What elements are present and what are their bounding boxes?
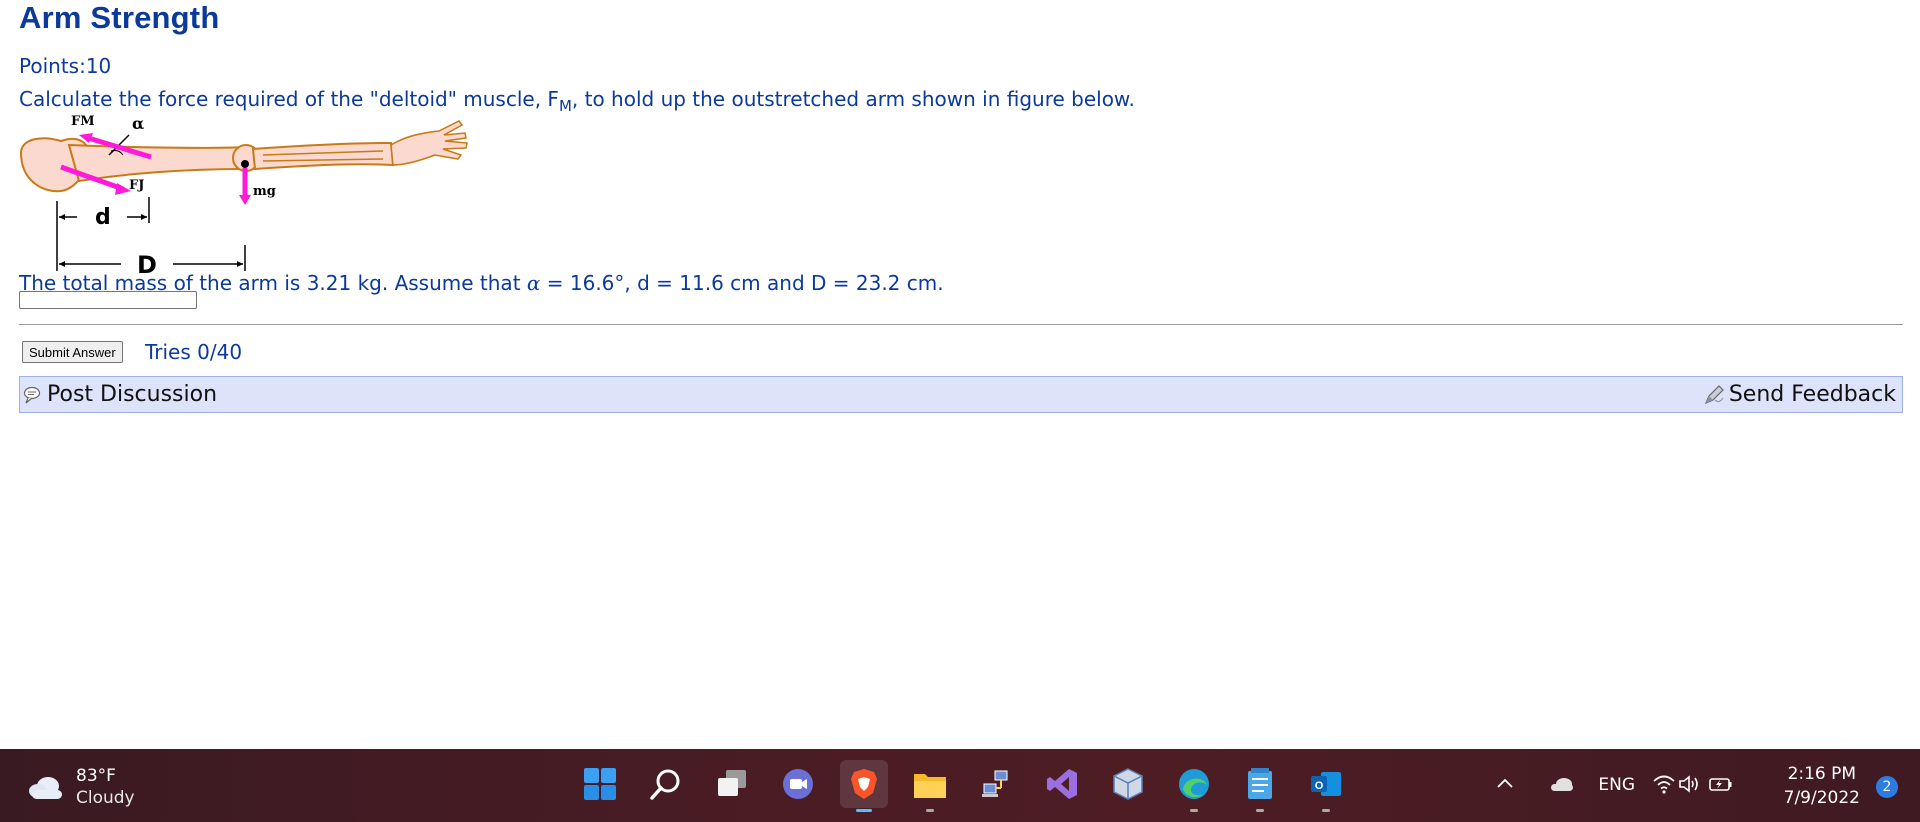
task-view-icon[interactable] [708, 760, 756, 808]
network-app-icon[interactable] [972, 760, 1020, 808]
virtualbox-icon[interactable] [1104, 760, 1152, 808]
windows-start-icon[interactable] [576, 760, 624, 808]
taskbar-apps: O [576, 760, 1350, 812]
discussion-bar: Post Discussion Send Feedback [19, 376, 1903, 413]
forearm-shape [251, 141, 395, 171]
cloud-icon [29, 777, 62, 799]
brave-browser-icon[interactable] [840, 760, 888, 812]
outlook-icon[interactable]: O [1302, 760, 1350, 812]
question-text-start: Calculate the force required of the "del… [19, 87, 559, 111]
upper-arm-shape [67, 143, 261, 183]
problem-title: Arm Strength [19, 0, 220, 35]
figure-label-fj: FJ [129, 178, 144, 193]
visual-studio-icon[interactable] [1038, 760, 1086, 808]
weather-condition: Cloudy [76, 788, 135, 808]
taskbar: 83°F Cloudy O ENG 2:16 PM 7/9/2022 2 [0, 749, 1920, 822]
notepad-icon[interactable] [1236, 760, 1284, 812]
points-label: Points:10 [19, 54, 112, 78]
file-explorer-icon[interactable] [906, 760, 954, 812]
tries-counter: Tries 0/40 [145, 340, 243, 364]
divider [19, 324, 1903, 325]
clock-time: 2:16 PM [1787, 764, 1857, 784]
wifi-icon[interactable] [1652, 774, 1676, 794]
teams-chat-icon[interactable] [774, 760, 822, 808]
speech-bubble-icon [23, 386, 41, 403]
battery-charging-icon[interactable] [1708, 774, 1734, 794]
notification-badge[interactable]: 2 [1876, 776, 1898, 798]
arm-figure: FM α FJ mg d D [19, 114, 468, 273]
edge-browser-icon[interactable] [1170, 760, 1218, 812]
onedrive-cloud-icon[interactable] [1548, 775, 1576, 793]
weather-widget[interactable]: 83°F Cloudy [26, 765, 135, 809]
question-text-end: , to hold up the outstretched arm shown … [571, 87, 1135, 111]
submit-answer-button[interactable]: Submit Answer [22, 341, 123, 363]
given-values-end: = 16.6°, d = 11.6 cm and D = 23.2 cm. [540, 271, 944, 295]
hand-shape [390, 120, 468, 166]
feedback-pencil-icon [1704, 384, 1724, 404]
figure-label-alpha: α [132, 114, 144, 133]
volume-icon[interactable] [1678, 774, 1702, 794]
figure-label-mg: mg [253, 184, 276, 199]
language-indicator[interactable]: ENG [1598, 775, 1635, 795]
clock[interactable]: 2:16 PM 7/9/2022 [1784, 762, 1860, 810]
chevron-up-icon[interactable] [1496, 776, 1514, 790]
post-discussion-link[interactable]: Post Discussion [23, 382, 217, 407]
figure-label-D: D [137, 251, 157, 273]
post-discussion-label: Post Discussion [47, 382, 218, 407]
clock-date: 7/9/2022 [1783, 788, 1860, 808]
figure-label-fm: FM [71, 114, 95, 129]
send-feedback-link[interactable]: Send Feedback [1703, 382, 1896, 407]
weather-temperature: 83°F [76, 766, 116, 786]
alpha-symbol: α [526, 271, 541, 295]
send-feedback-label: Send Feedback [1728, 382, 1896, 407]
answer-input[interactable] [19, 291, 197, 309]
svg-text:O: O [1315, 780, 1324, 792]
figure-label-d: d [95, 205, 111, 230]
search-icon[interactable] [642, 760, 690, 808]
question-subscript: M [558, 97, 572, 115]
